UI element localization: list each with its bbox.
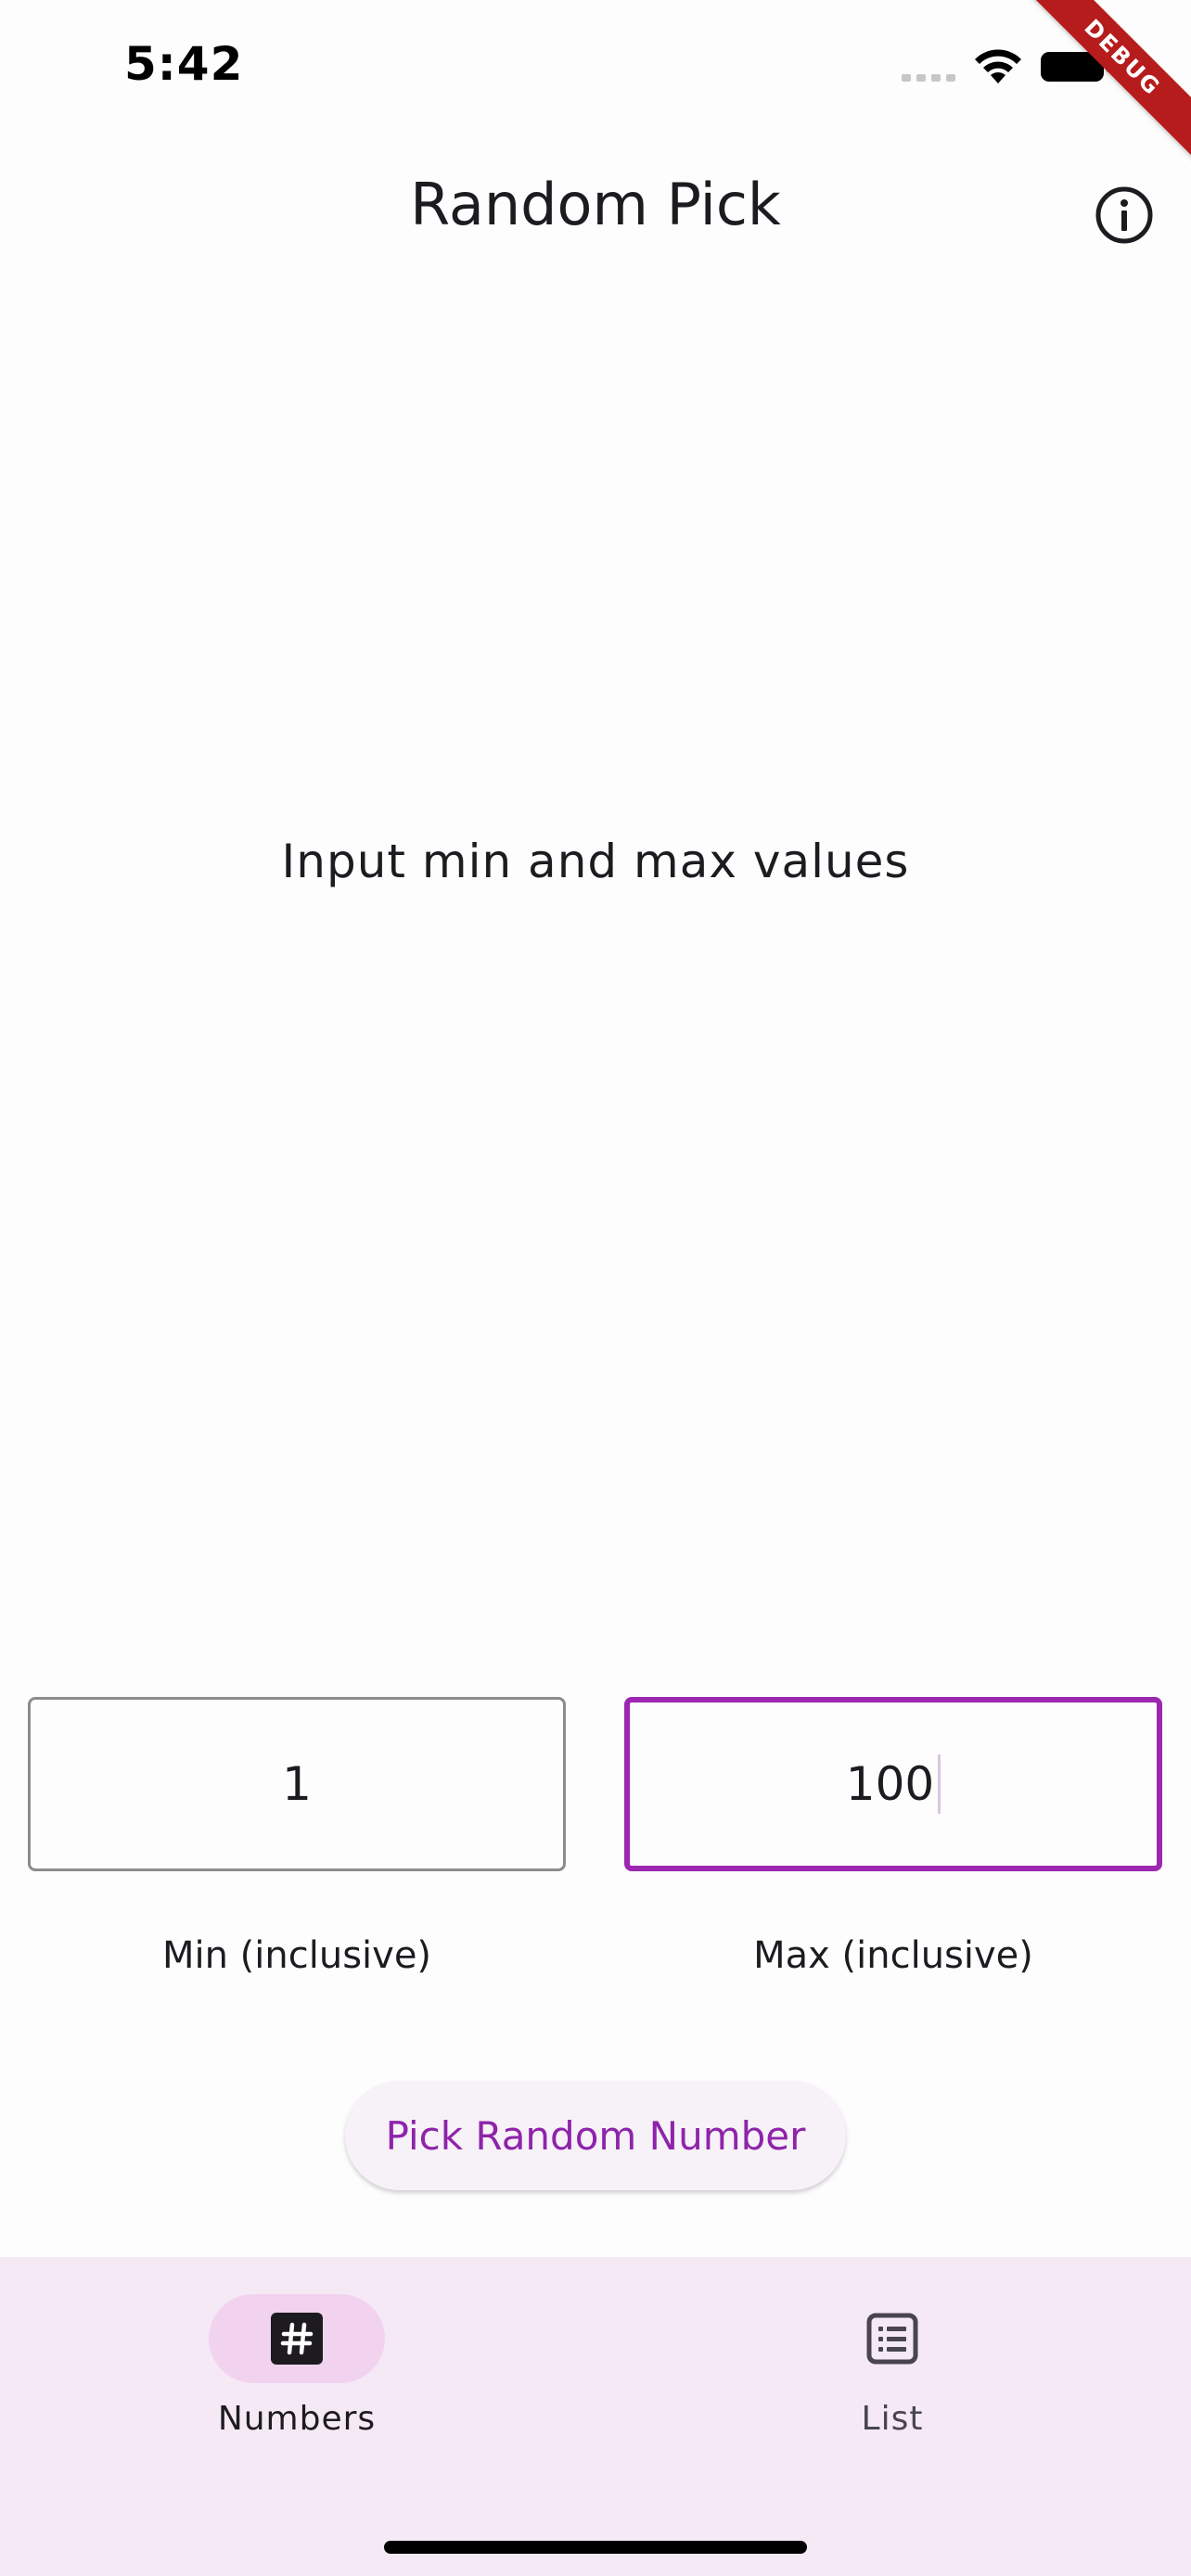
min-label: Min (inclusive)	[161, 1934, 432, 1977]
debug-label: DEBUG	[1024, 0, 1191, 164]
pick-random-number-button[interactable]: Pick Random Number	[345, 2081, 846, 2190]
max-input-value: 100	[845, 1757, 935, 1811]
wifi-icon	[975, 49, 1021, 83]
home-indicator[interactable]	[384, 2541, 807, 2554]
hash-icon	[271, 2313, 323, 2365]
min-input[interactable]: 1	[28, 1697, 566, 1871]
max-label: Max (inclusive)	[753, 1934, 1033, 1977]
text-caret	[938, 1754, 941, 1814]
status-time: 5:42	[124, 37, 244, 91]
info-icon	[1095, 186, 1153, 244]
bottom-navigation: Numbers List	[0, 2257, 1191, 2576]
cellular-signal-icon	[902, 74, 955, 82]
max-input[interactable]: 100	[624, 1697, 1162, 1871]
prompt-text: Input min and max values	[281, 835, 910, 888]
min-input-value: 1	[282, 1757, 312, 1811]
nav-item-list[interactable]: List	[707, 2294, 1078, 2461]
status-bar: 5:42 DEBUG	[0, 0, 1191, 164]
app-bar: Random Pick	[0, 148, 1191, 271]
info-button[interactable]	[1085, 176, 1163, 254]
list-icon	[866, 2313, 918, 2365]
page-title: Random Pick	[410, 171, 781, 238]
debug-banner: DEBUG	[1024, 0, 1191, 167]
nav-label-numbers: Numbers	[217, 2400, 377, 2438]
nav-item-numbers[interactable]: Numbers	[111, 2294, 482, 2461]
nav-label-list: List	[861, 2400, 924, 2438]
